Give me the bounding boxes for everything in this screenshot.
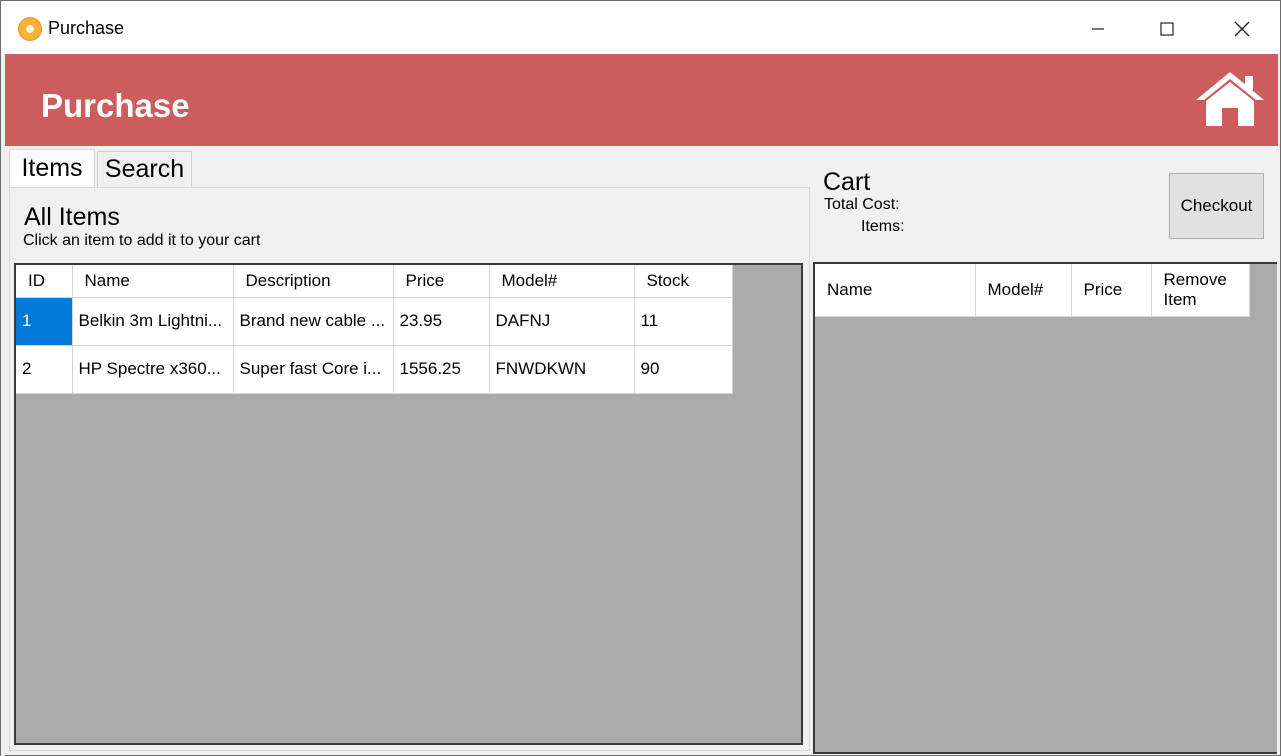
table-row[interactable]: 1 Belkin 3m Lightni... Brand new cable .… xyxy=(16,297,733,346)
minimize-button[interactable] xyxy=(1075,9,1121,49)
all-items-instructions: Click an item to add it to your cart xyxy=(23,232,261,249)
cart-table: Name Model# Price Remove Item xyxy=(815,264,1250,317)
maximize-button[interactable] xyxy=(1144,9,1190,49)
column-header-description[interactable]: Description xyxy=(233,265,394,298)
cart-column-header-name[interactable]: Name xyxy=(815,264,976,317)
page-header: Purchase xyxy=(5,54,1278,146)
cell-stock[interactable]: 11 xyxy=(634,297,733,346)
column-header-model[interactable]: Model# xyxy=(489,265,635,298)
cell-id[interactable]: 1 xyxy=(16,297,73,346)
cell-id[interactable]: 2 xyxy=(16,345,73,394)
items-table: ID Name Description Price Model# Stock 1… xyxy=(16,265,733,394)
cart-header-row: Name Model# Price Remove Item xyxy=(815,264,1250,317)
close-button[interactable] xyxy=(1219,9,1265,49)
tab-search[interactable]: Search xyxy=(97,151,192,188)
cart-column-header-price[interactable]: Price xyxy=(1071,264,1152,317)
cell-model[interactable]: FNWDKWN xyxy=(489,345,635,394)
cell-stock[interactable]: 90 xyxy=(634,345,733,394)
all-items-heading: All Items xyxy=(24,203,120,231)
cell-description[interactable]: Super fast Core i... xyxy=(233,345,394,394)
total-cost-label: Total Cost: xyxy=(824,196,900,213)
cart-column-header-remove[interactable]: Remove Item xyxy=(1151,264,1250,317)
column-header-price[interactable]: Price xyxy=(393,265,490,298)
items-header-row: ID Name Description Price Model# Stock xyxy=(16,265,733,298)
column-header-stock[interactable]: Stock xyxy=(634,265,733,298)
table-row[interactable]: 2 HP Spectre x360... Super fast Core i..… xyxy=(16,345,733,394)
page-title: Purchase xyxy=(41,87,190,124)
home-icon[interactable] xyxy=(1194,70,1266,128)
items-grid[interactable]: ID Name Description Price Model# Stock 1… xyxy=(14,263,803,745)
column-header-id[interactable]: ID xyxy=(16,265,73,298)
checkout-button[interactable]: Checkout xyxy=(1169,173,1264,239)
window-edge xyxy=(1,146,5,756)
cell-model[interactable]: DAFNJ xyxy=(489,297,635,346)
cell-name[interactable]: HP Spectre x360... xyxy=(72,345,234,394)
cell-price[interactable]: 1556.25 xyxy=(393,345,490,394)
minimize-icon xyxy=(1092,28,1104,30)
cart-grid[interactable]: Name Model# Price Remove Item xyxy=(813,262,1277,754)
tab-items[interactable]: Items xyxy=(9,149,95,187)
close-icon xyxy=(1234,21,1250,37)
title-bar: Purchase xyxy=(1,1,1280,54)
window-title: Purchase xyxy=(48,18,125,38)
cart-heading: Cart xyxy=(823,168,871,196)
app-icon xyxy=(18,17,42,41)
cart-column-header-model[interactable]: Model# xyxy=(975,264,1072,317)
cell-price[interactable]: 23.95 xyxy=(393,297,490,346)
cell-name[interactable]: Belkin 3m Lightni... xyxy=(72,297,234,346)
column-header-name[interactable]: Name xyxy=(72,265,234,298)
maximize-icon xyxy=(1160,22,1174,36)
cell-description[interactable]: Brand new cable ... xyxy=(233,297,394,346)
purchase-window: Purchase Purchase Items Search All Items… xyxy=(0,0,1281,756)
items-count-label: Items: xyxy=(861,218,905,235)
